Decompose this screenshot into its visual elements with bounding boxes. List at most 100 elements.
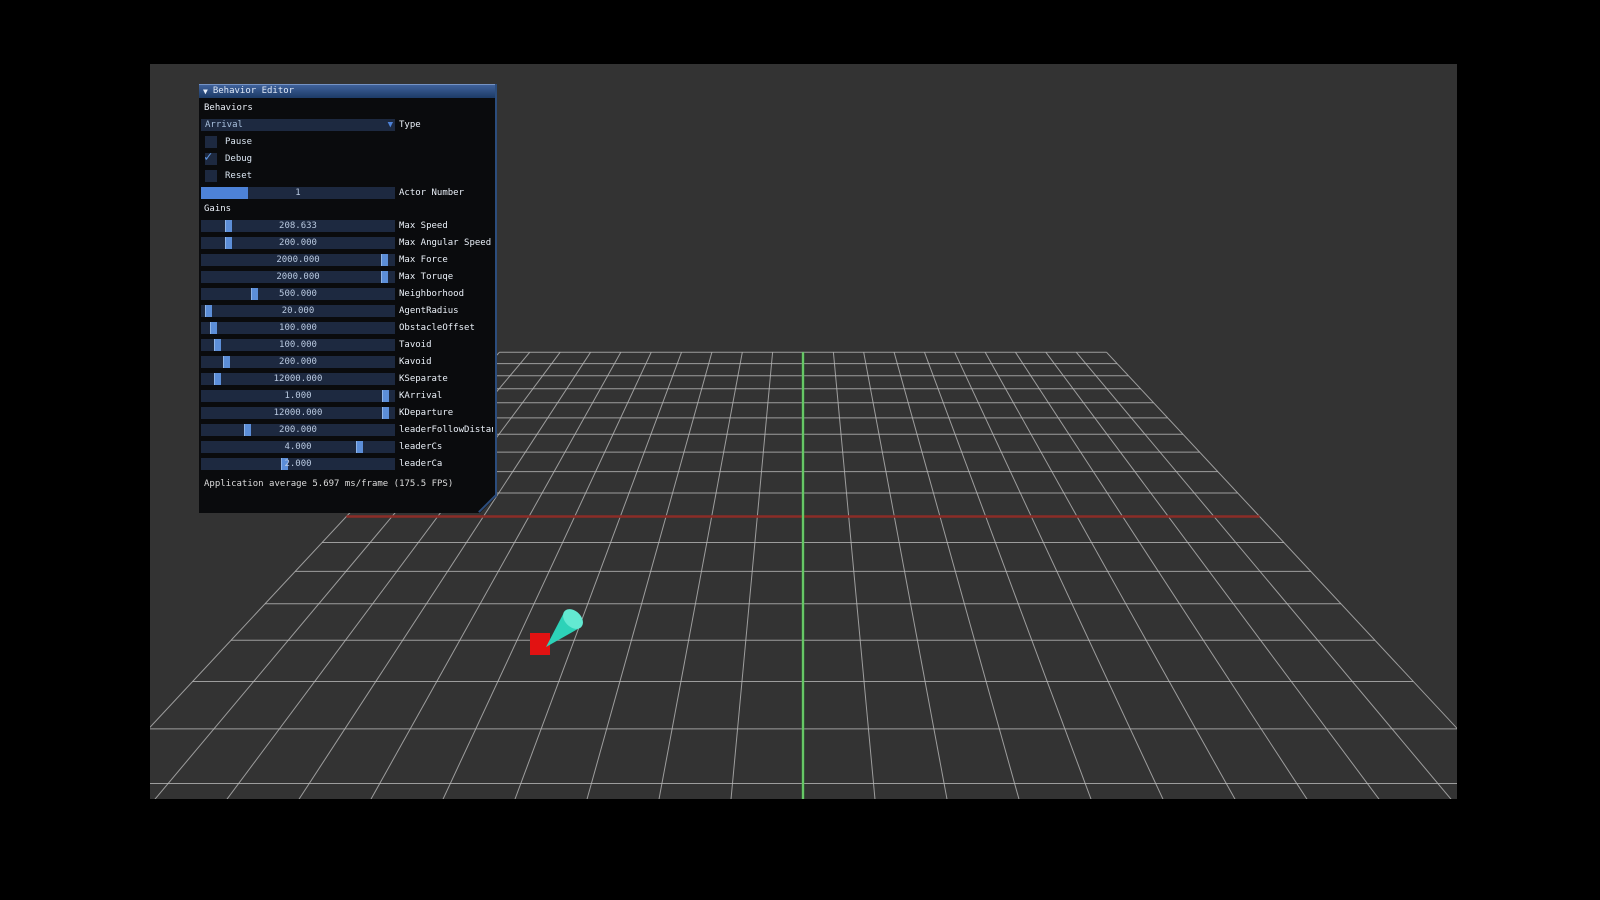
slider-label: KArrival [399, 391, 443, 401]
slider-row: 2000.000 Max Toruqe [201, 271, 493, 283]
slider-leaderfollowdistance[interactable]: 200.000 [201, 424, 395, 436]
panel-title: Behavior Editor [212, 86, 295, 96]
slider-label: leaderCs [399, 442, 443, 452]
slider-value: 1.000 [284, 391, 312, 401]
slider-kseparate[interactable]: 12000.000 [201, 373, 395, 385]
actor-number-slider[interactable]: 1 [201, 187, 395, 199]
checkbox-row: Pause [205, 136, 493, 148]
type-label: Type [399, 120, 421, 130]
slider-value: 100.000 [279, 340, 317, 350]
check-icon: ✓ [204, 149, 213, 165]
grid-line [1045, 352, 1380, 799]
grid-line [1015, 352, 1308, 799]
panel-titlebar[interactable]: ▼ Behavior Editor [199, 84, 495, 98]
grid-line [730, 352, 774, 799]
slider-value: 20.000 [281, 306, 315, 316]
checkbox-label: Debug [225, 154, 253, 164]
section-gains: Gains [204, 204, 232, 214]
slider-row: 4.000 leaderCs [201, 441, 493, 453]
grid-line [832, 352, 876, 799]
slider-max-speed[interactable]: 208.633 [201, 220, 395, 232]
slider-label: KSeparate [399, 374, 448, 384]
slider-row: 200.000 leaderFollowDistance [201, 424, 493, 436]
slider-value: 200.000 [279, 425, 317, 435]
slider-row: 2.000 leaderCa [201, 458, 493, 470]
slider-label: AgentRadius [399, 306, 459, 316]
slider-max-angular-speed[interactable]: 200.000 [201, 237, 395, 249]
slider-neighborhood[interactable]: 500.000 [201, 288, 395, 300]
slider-max-force[interactable]: 2000.000 [201, 254, 395, 266]
slider-karrival[interactable]: 1.000 [201, 390, 395, 402]
grid-line [984, 352, 1236, 799]
checkbox-reset[interactable] [205, 170, 217, 182]
slider-label: Max Speed [399, 221, 448, 231]
slider-max-toruqe[interactable]: 2000.000 [201, 271, 395, 283]
grid-line [924, 352, 1092, 799]
slider-value: 4.000 [284, 442, 312, 452]
slider-kavoid[interactable]: 200.000 [201, 356, 395, 368]
slider-row: 208.633 Max Speed [201, 220, 493, 232]
grid-line [954, 352, 1164, 799]
slider-value: 500.000 [279, 289, 317, 299]
checkbox-debug[interactable]: ✓ [205, 153, 217, 165]
slider-label: Neighborhood [399, 289, 465, 299]
slider-leadercs[interactable]: 4.000 [201, 441, 395, 453]
slider-row: 1.000 KArrival [201, 390, 493, 402]
slider-value: 208.633 [279, 221, 317, 231]
app-window: ▼ Behavior Editor Behaviors Arrival ▼ Ty… [0, 0, 1600, 900]
slider-label: KDeparture [399, 408, 454, 418]
slider-label: ObstacleOffset [399, 323, 475, 333]
actor-number-label: Actor Number [399, 188, 465, 198]
slider-row: 100.000 ObstacleOffset [201, 322, 493, 334]
collapse-icon[interactable]: ▼ [203, 85, 208, 98]
slider-value: 2.000 [284, 459, 312, 469]
slider-kdeparture[interactable]: 12000.000 [201, 407, 395, 419]
type-dropdown-value: Arrival [205, 119, 243, 130]
slider-value: 100.000 [279, 323, 317, 333]
slider-row: 12000.000 KDeparture [201, 407, 493, 419]
actor-number-value: 1 [295, 188, 301, 198]
slider-label: leaderCa [399, 459, 443, 469]
grid-line [893, 352, 1020, 799]
checkbox-label: Reset [225, 171, 253, 181]
slider-label: Tavoid [399, 340, 432, 350]
slider-label: Kavoid [399, 357, 432, 367]
type-row: Arrival ▼ Type [201, 119, 493, 131]
grid-line [863, 352, 948, 799]
agent-cube [530, 633, 550, 655]
slider-row: 200.000 Max Angular Speed [201, 237, 493, 249]
grid-line [658, 352, 743, 799]
type-dropdown[interactable]: Arrival ▼ [201, 119, 395, 131]
slider-row: 500.000 Neighborhood [201, 288, 493, 300]
slider-agentradius[interactable]: 20.000 [201, 305, 395, 317]
slider-label: leaderFollowDistance [399, 425, 492, 435]
slider-label: Max Toruqe [399, 272, 454, 282]
dropdown-arrow-icon[interactable]: ▼ [388, 119, 393, 131]
slider-value: 200.000 [279, 238, 317, 248]
grid-line [1106, 351, 1457, 730]
slider-row: 20.000 AgentRadius [201, 305, 493, 317]
slider-label: Max Angular Speed [399, 238, 492, 248]
slider-row: 100.000 Tavoid [201, 339, 493, 351]
slider-value: 2000.000 [276, 255, 320, 265]
slider-row: 200.000 Kavoid [201, 356, 493, 368]
slider-value: 12000.000 [273, 408, 323, 418]
status-text: Application average 5.697 ms/frame (175.… [204, 479, 454, 489]
slider-leaderca[interactable]: 2.000 [201, 458, 395, 470]
slider-value: 12000.000 [273, 374, 323, 384]
slider-value: 200.000 [279, 357, 317, 367]
checkbox-row: Reset [205, 170, 493, 182]
slider-row: 12000.000 KSeparate [201, 373, 493, 385]
gains-slider-group: 208.633 Max Speed 200.000 Max Angular Speed… [201, 220, 493, 470]
slider-value: 2000.000 [276, 272, 320, 282]
section-behaviors: Behaviors [204, 103, 253, 113]
slider-tavoid[interactable]: 100.000 [201, 339, 395, 351]
grid-line [586, 352, 713, 799]
checkbox-label: Pause [225, 137, 253, 147]
checkbox-pause[interactable] [205, 136, 217, 148]
slider-row: 2000.000 Max Force [201, 254, 493, 266]
slider-label: Max Force [399, 255, 448, 265]
behavior-editor-panel: ▼ Behavior Editor Behaviors Arrival ▼ Ty… [199, 84, 497, 513]
slider-obstacleoffset[interactable]: 100.000 [201, 322, 395, 334]
checkbox-row: ✓ Debug [205, 153, 493, 165]
